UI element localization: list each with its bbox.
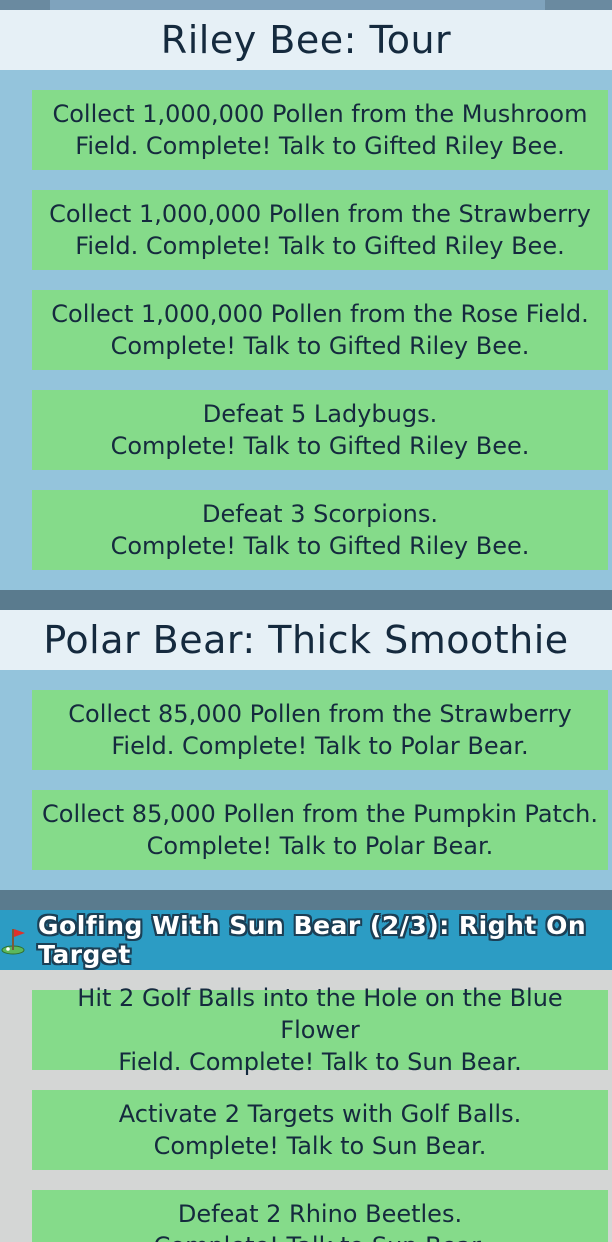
- quest-divider: [0, 890, 612, 910]
- task-item: Collect 1,000,000 Pollen from the Mushro…: [32, 90, 608, 170]
- task-item: Activate 2 Targets with Golf Balls. Comp…: [32, 1090, 608, 1170]
- task-item: Collect 85,000 Pollen from the Pumpkin P…: [32, 790, 608, 870]
- top-edge: [0, 0, 612, 10]
- quest-header-riley-bee-tour[interactable]: Riley Bee: Tour: [0, 10, 612, 70]
- quest-tasks-polar-bear: Collect 85,000 Pollen from the Strawberr…: [0, 670, 612, 890]
- task-item: Collect 85,000 Pollen from the Strawberr…: [32, 690, 608, 770]
- quest-log: Riley Bee: Tour Collect 1,000,000 Pollen…: [0, 0, 612, 1242]
- task-item: Defeat 3 Scorpions. Complete! Talk to Gi…: [32, 490, 608, 570]
- quest-title: Golfing With Sun Bear (2/3): Right On Ta…: [38, 911, 587, 969]
- quest-tasks-golfing-with-sun-bear: Hit 2 Golf Balls into the Hole on the Bl…: [0, 970, 612, 1242]
- golf-flag-icon: [0, 925, 30, 955]
- task-item: Defeat 5 Ladybugs. Complete! Talk to Gif…: [32, 390, 608, 470]
- quest-tasks-riley-bee-tour: Collect 1,000,000 Pollen from the Mushro…: [0, 70, 612, 590]
- quest-header-golfing-with-sun-bear[interactable]: Golfing With Sun Bear (2/3): Right On Ta…: [0, 910, 612, 970]
- task-item: Collect 1,000,000 Pollen from the Rose F…: [32, 290, 608, 370]
- quest-header-polar-bear-thick-smoothie[interactable]: Polar Bear: Thick Smoothie: [0, 610, 612, 670]
- task-item: Collect 1,000,000 Pollen from the Strawb…: [32, 190, 608, 270]
- task-item: Hit 2 Golf Balls into the Hole on the Bl…: [32, 984, 608, 1076]
- quest-divider: [0, 590, 612, 610]
- quest-title: Riley Bee: Tour: [160, 18, 452, 62]
- quest-title: Polar Bear: Thick Smoothie: [43, 618, 569, 662]
- task-item: Defeat 2 Rhino Beetles. Complete! Talk t…: [32, 1190, 608, 1242]
